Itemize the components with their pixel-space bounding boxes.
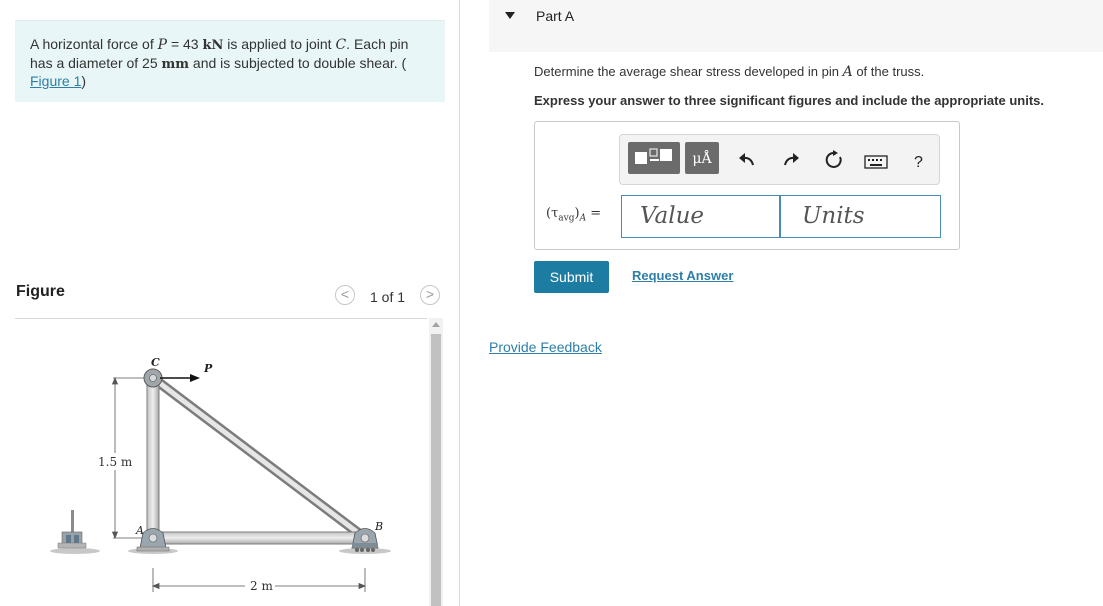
question-text-part: of the truss. — [852, 64, 925, 79]
problem-text-part: A horizontal force of — [30, 36, 158, 52]
question-text-part: Determine the average shear stress devel… — [534, 64, 843, 79]
part-a-header[interactable] — [489, 0, 1103, 52]
problem-text-part: ) — [81, 73, 87, 89]
templates-button[interactable] — [628, 142, 680, 174]
keyboard-icon[interactable] — [864, 155, 888, 169]
answer-label: (τavg)A = — [546, 206, 601, 224]
question-variable: A — [842, 64, 853, 80]
force-symbol: P — [157, 37, 168, 53]
request-answer-link[interactable]: Request Answer — [632, 268, 733, 283]
force-value: = 43 — [167, 36, 203, 52]
label-c: C — [151, 356, 160, 369]
next-figure-button[interactable]: > — [420, 285, 440, 305]
units-icon: μÅ — [692, 151, 712, 167]
height-dimension-label: 1.5 m — [98, 455, 133, 469]
prev-figure-button[interactable]: < — [335, 285, 355, 305]
answer-label-part: = — [586, 206, 602, 221]
problem-text: A horizontal force of P = 43 kN is appli… — [30, 36, 431, 91]
help-icon[interactable]: ? — [914, 154, 923, 172]
diameter-unit: mm — [161, 56, 190, 72]
force-unit: kN — [202, 38, 224, 53]
figure-heading: Figure — [16, 283, 65, 300]
answer-label-sub: avg — [558, 213, 575, 224]
pane-divider — [459, 0, 460, 606]
reset-icon[interactable] — [824, 150, 844, 170]
question-text: Determine the average shear stress devel… — [534, 64, 924, 80]
figure-divider — [15, 318, 427, 319]
undo-icon[interactable] — [738, 152, 756, 168]
problem-text-part: has a diameter of 25 — [30, 54, 162, 71]
label-p: P — [203, 362, 213, 375]
problem-text-part: is applied to joint — [223, 36, 336, 52]
label-a: A — [135, 524, 144, 537]
part-title: Part A — [536, 8, 575, 24]
value-input[interactable]: Value — [621, 195, 780, 238]
member-ca — [146, 377, 160, 539]
scrollbar-thumb[interactable] — [431, 334, 441, 606]
figure-pager: 1 of 1 — [370, 289, 406, 305]
force-arrow-p — [160, 374, 200, 382]
submit-button[interactable]: Submit — [534, 261, 609, 293]
units-input[interactable]: Units — [780, 195, 941, 238]
problem-statement: A horizontal force of P = 43 kN is appli… — [15, 20, 445, 102]
redo-icon[interactable] — [782, 152, 800, 168]
side-support-fixture — [57, 510, 87, 549]
truss-figure: 1.5 m 2 m C P A B — [50, 356, 391, 593]
answer-label-part: (τ — [546, 206, 559, 221]
figure-link[interactable]: Figure 1 — [30, 73, 81, 89]
problem-text-part: and is subjected to double shear. ( — [189, 54, 407, 71]
units-button[interactable]: μÅ — [685, 142, 719, 174]
scroll-up-arrow-icon[interactable] — [432, 322, 440, 327]
answer-instruction: Express your answer to three significant… — [534, 93, 1044, 108]
label-b: B — [374, 520, 383, 533]
chevron-right-icon: > — [425, 286, 435, 302]
templates-icon — [635, 148, 672, 164]
ground — [50, 548, 391, 554]
joint-symbol: C — [335, 37, 347, 53]
member-ab — [152, 531, 366, 545]
joint-c — [143, 368, 163, 388]
chevron-left-icon: < — [340, 286, 350, 302]
problem-text-part: . Each pin — [346, 36, 409, 52]
width-dimension-label: 2 m — [250, 579, 273, 593]
provide-feedback-link[interactable]: Provide Feedback — [489, 339, 602, 355]
collapse-caret-icon[interactable] — [505, 12, 515, 19]
